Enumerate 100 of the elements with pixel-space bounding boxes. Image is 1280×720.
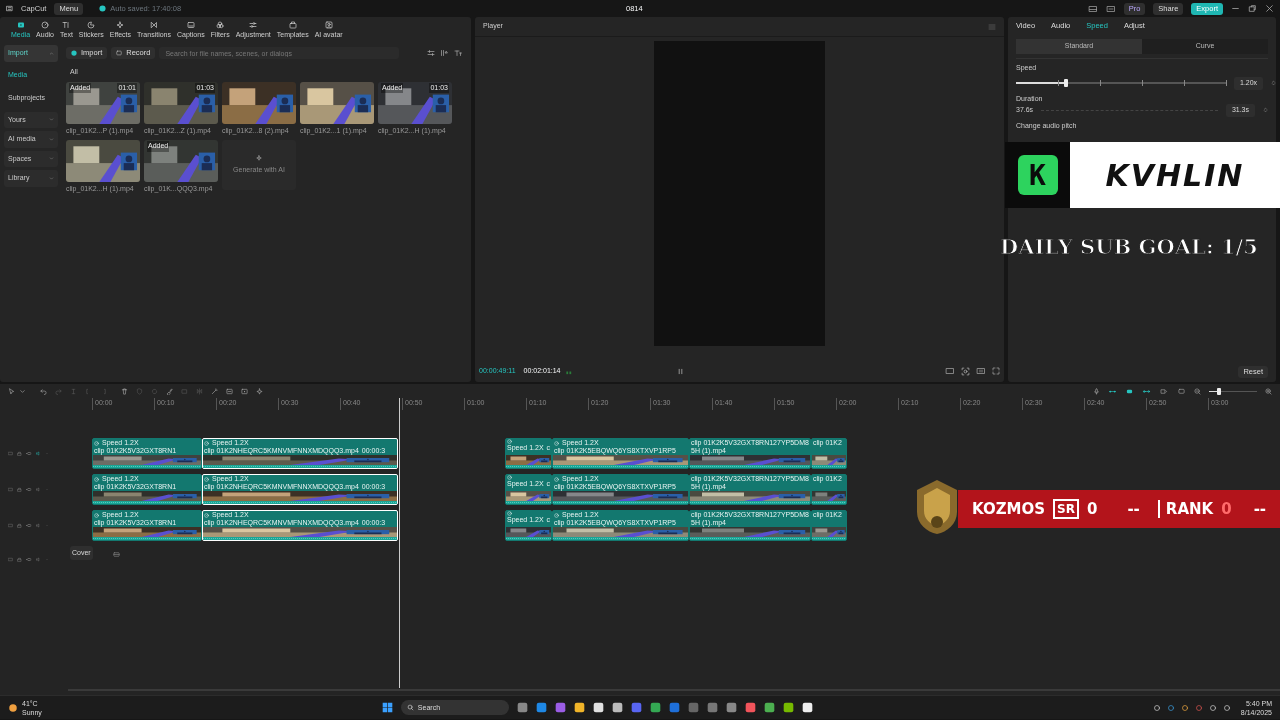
- rank-label: RANK: [1157, 500, 1214, 518]
- app-icon[interactable]: [763, 702, 775, 713]
- speaker-icon[interactable]: [36, 557, 41, 562]
- app-icon[interactable]: [801, 702, 813, 713]
- template-icon: [288, 21, 297, 29]
- speed-icon: [507, 439, 512, 444]
- zoom-out-icon[interactable]: [1194, 387, 1201, 395]
- panel-icon[interactable]: [1105, 4, 1116, 13]
- focus-icon[interactable]: [961, 366, 970, 376]
- brush-icon[interactable]: [166, 387, 173, 395]
- zoom-in-icon[interactable]: [1265, 387, 1272, 395]
- waveform-drawing: [812, 465, 846, 468]
- speaker-icon[interactable]: [36, 523, 41, 528]
- frame-icon[interactable]: [226, 387, 233, 395]
- wand-icon[interactable]: [211, 387, 218, 395]
- sr-value: 0: [1086, 500, 1098, 518]
- close-icon[interactable]: [1265, 4, 1274, 13]
- eye-icon[interactable]: [26, 451, 32, 456]
- app-icon[interactable]: [592, 702, 604, 713]
- sub-goal-text: DAILY SUB GOAL: 1/5: [1000, 234, 1258, 259]
- weather-sun-icon: [8, 702, 18, 713]
- lock-icon[interactable]: [17, 451, 22, 456]
- speed-icon: [507, 475, 512, 480]
- speed-icon: [94, 440, 99, 446]
- windows-logo-icon[interactable]: [381, 702, 393, 713]
- captions-icon: [186, 21, 195, 29]
- eye-icon[interactable]: [26, 557, 32, 562]
- player-name: KOZMOS: [972, 500, 1046, 518]
- play-square-icon: [16, 21, 25, 29]
- microphone-icon[interactable]: [1093, 387, 1100, 395]
- waveform-drawing: [506, 501, 551, 504]
- waveform-drawing: [812, 501, 846, 504]
- speed-icon: [554, 512, 559, 518]
- sparkle-icon: [116, 21, 125, 29]
- text-icon: [62, 21, 71, 29]
- speed-icon: [94, 512, 99, 518]
- app-icon[interactable]: [573, 702, 585, 713]
- caption-track-icon[interactable]: [112, 551, 120, 558]
- view-icon[interactable]: [439, 49, 450, 57]
- sr-change: --: [1127, 500, 1140, 518]
- waveform-drawing: [812, 537, 846, 540]
- rank-value: 0: [1221, 500, 1232, 518]
- bowtie-icon: [150, 21, 158, 29]
- link-icon[interactable]: [1142, 387, 1151, 395]
- filter-icon: [216, 21, 225, 29]
- caret-icon[interactable]: [19, 387, 26, 395]
- app-icon[interactable]: [782, 702, 794, 713]
- channel-name: KVHLIN: [1105, 157, 1245, 193]
- split-icon[interactable]: [70, 387, 77, 395]
- sparkle-icon: [256, 154, 262, 161]
- delete-icon[interactable]: [121, 387, 128, 395]
- caret-icon: [49, 156, 54, 162]
- sparkle-icon[interactable]: [256, 387, 263, 395]
- layout-icon[interactable]: [1087, 4, 1098, 13]
- speaker-icon[interactable]: [36, 487, 41, 492]
- speed-icon: [204, 476, 209, 482]
- eye-icon[interactable]: [26, 487, 32, 492]
- subtitle-icon[interactable]: [1177, 387, 1186, 395]
- lock-icon[interactable]: [17, 487, 22, 492]
- speed-icon: [94, 476, 99, 482]
- disc-icon: [41, 21, 50, 29]
- sliders-icon: [249, 21, 258, 29]
- eye-icon[interactable]: [26, 523, 32, 528]
- sticker-icon: [87, 21, 96, 29]
- channel-logo: K: [1017, 155, 1058, 195]
- record-icon: [116, 50, 123, 56]
- app-icon[interactable]: [611, 702, 623, 713]
- preview-axis-icon[interactable]: [1159, 387, 1169, 395]
- app-icon[interactable]: [649, 702, 661, 713]
- caret-icon: [49, 175, 54, 181]
- rank-emblem-icon: [914, 478, 960, 536]
- text-size-icon[interactable]: [453, 49, 464, 57]
- stepper-icon[interactable]: [1271, 79, 1277, 88]
- caret-icon: [49, 50, 54, 56]
- waveform-drawing: [506, 537, 551, 540]
- speed-slider[interactable]: [1016, 82, 1226, 85]
- ratio-icon[interactable]: [976, 367, 986, 375]
- caret-icon: [49, 136, 54, 142]
- undo-icon[interactable]: [40, 387, 47, 395]
- pointer-icon[interactable]: [8, 387, 15, 395]
- avatar-icon: [324, 21, 333, 29]
- rank-change: --: [1253, 500, 1267, 518]
- speed-icon: [507, 511, 512, 516]
- restore-icon[interactable]: [1248, 4, 1257, 13]
- speed-icon: [204, 512, 209, 518]
- lock-icon[interactable]: [17, 557, 22, 562]
- aspect-icon[interactable]: [945, 367, 955, 375]
- media-icon[interactable]: [241, 387, 248, 395]
- sort-icon[interactable]: [427, 49, 436, 57]
- fullscreen-icon[interactable]: [992, 367, 1000, 375]
- caret-icon: [49, 117, 54, 123]
- sr-badge: SR: [1053, 499, 1079, 519]
- speed-icon: [554, 440, 559, 446]
- speed-icon: [554, 476, 559, 482]
- lock-icon[interactable]: [17, 523, 22, 528]
- pause-icon[interactable]: [677, 367, 685, 375]
- waveform-drawing: [506, 465, 551, 468]
- search-icon: [406, 704, 414, 711]
- stepper-icon[interactable]: [1263, 106, 1268, 115]
- speaker-icon[interactable]: [36, 451, 41, 456]
